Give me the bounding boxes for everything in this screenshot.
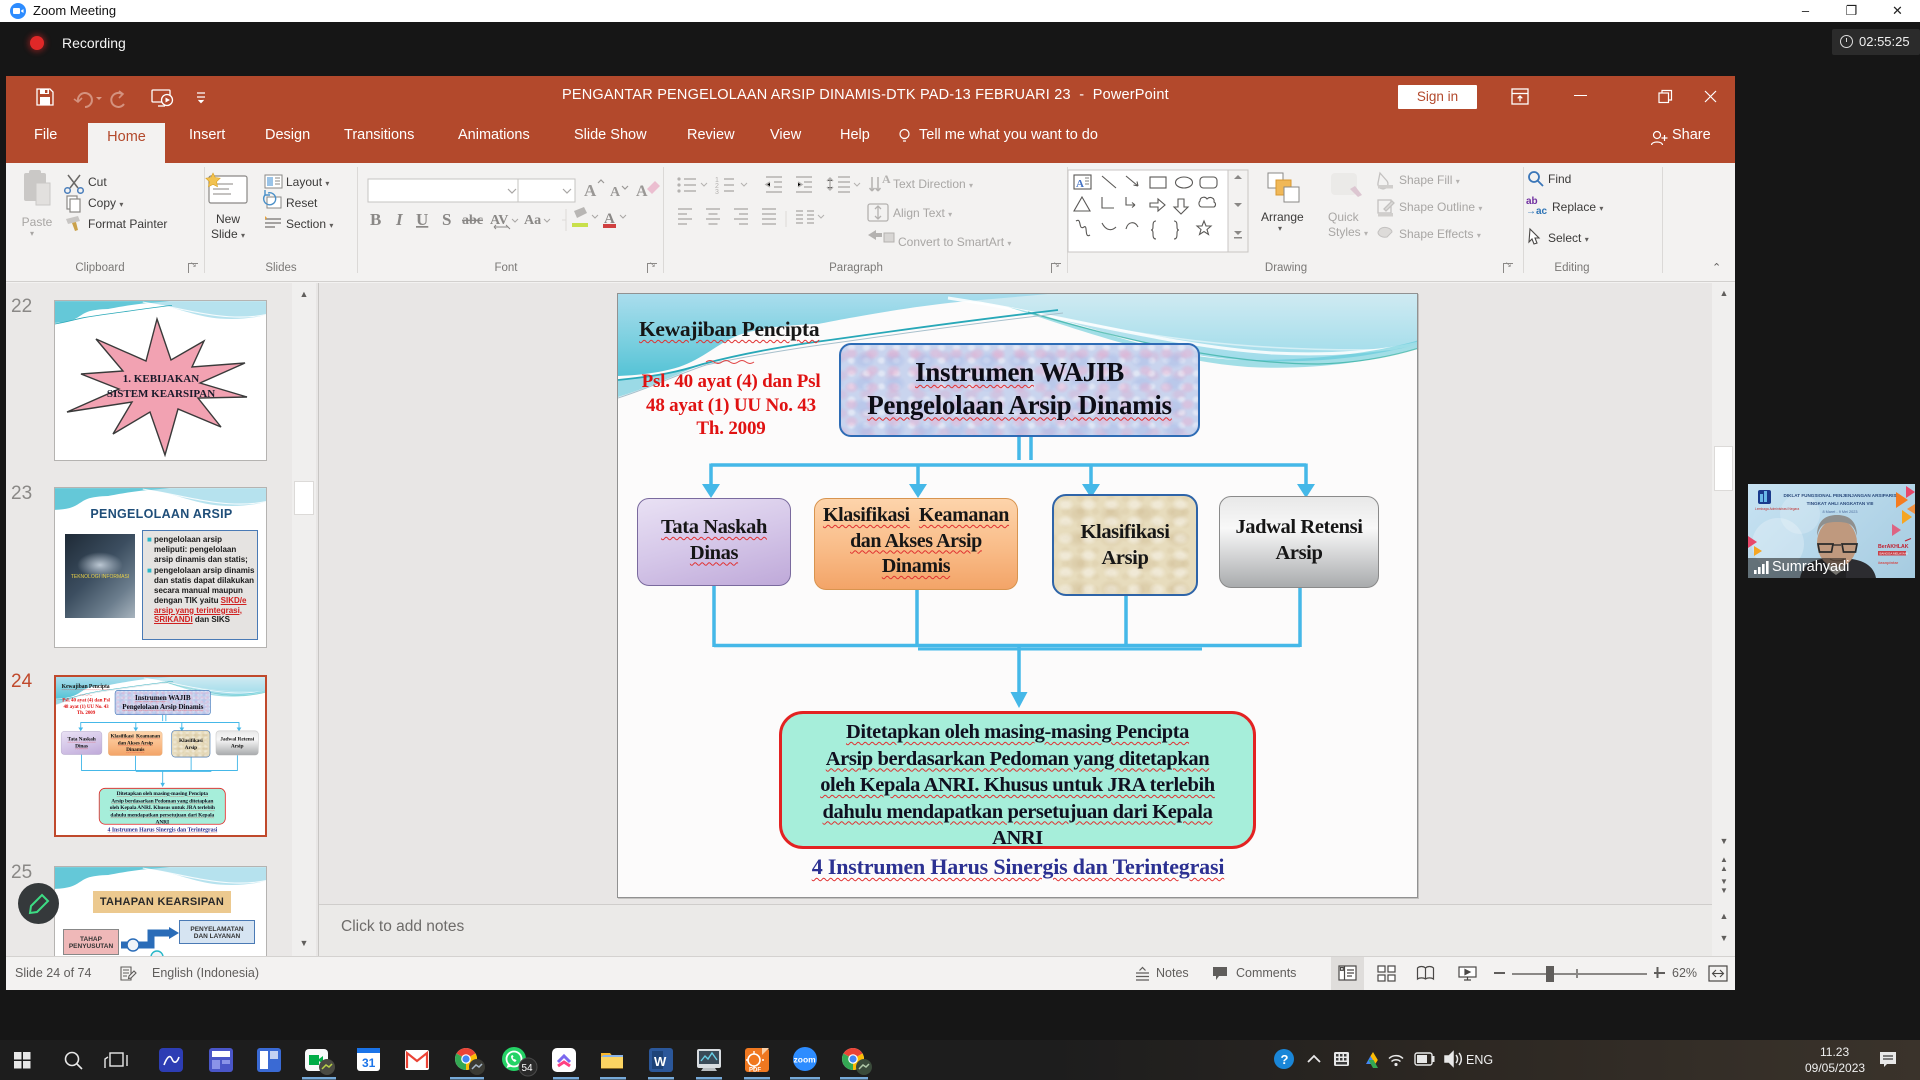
svg-text:11.23: 11.23 [1820, 1045, 1849, 1059]
svg-text:BANGGA MELAYANI: BANGGA MELAYANI [1880, 552, 1908, 556]
svg-text:AV: AV [490, 213, 508, 228]
svg-text:A: A [584, 181, 597, 200]
svg-text:A: A [882, 172, 891, 186]
svg-text:#asnpintar: #asnpintar [1878, 560, 1899, 565]
svg-text:A: A [610, 185, 621, 200]
svg-text:Aa: Aa [524, 213, 541, 228]
svg-text:3: 3 [715, 189, 719, 196]
svg-text:ENG: ENG [1466, 1053, 1493, 1067]
svg-text:?: ? [1281, 1052, 1289, 1067]
svg-text:I: I [395, 210, 404, 229]
svg-text:DIKLAT FUNGSIONAL PENJENJANGAN: DIKLAT FUNGSIONAL PENJENJANGAN ARSIPARIS [1784, 493, 1897, 498]
svg-text:1. KEBIJAKAN: 1. KEBIJAKAN [123, 373, 199, 385]
svg-text:8 Maret - 9 Mei 2023: 8 Maret - 9 Mei 2023 [1822, 510, 1857, 514]
svg-text:U: U [416, 210, 428, 229]
svg-text:→ac: →ac [1526, 206, 1548, 217]
svg-text:BerAKHLAK: BerAKHLAK [1878, 544, 1909, 550]
svg-text:09/05/2023: 09/05/2023 [1805, 1061, 1865, 1075]
svg-text:A: A [636, 183, 648, 200]
svg-text:abc: abc [462, 213, 483, 228]
svg-text:SISTEM KEARSIPAN: SISTEM KEARSIPAN [107, 388, 215, 400]
svg-text:W: W [654, 1054, 667, 1069]
svg-text:S: S [442, 210, 451, 229]
svg-text:TINGKAT AHLI ANGKATAN VIII: TINGKAT AHLI ANGKATAN VIII [1807, 501, 1874, 506]
svg-text:Lembaga Administrasi Negara: Lembaga Administrasi Negara [1755, 507, 1799, 511]
svg-text:A: A [1076, 178, 1084, 190]
svg-text:PDF: PDF [749, 1068, 761, 1074]
svg-text:54: 54 [522, 1063, 534, 1074]
svg-text:B: B [370, 210, 381, 229]
svg-text:31: 31 [362, 1056, 376, 1070]
svg-text:zoom: zoom [794, 1055, 817, 1065]
